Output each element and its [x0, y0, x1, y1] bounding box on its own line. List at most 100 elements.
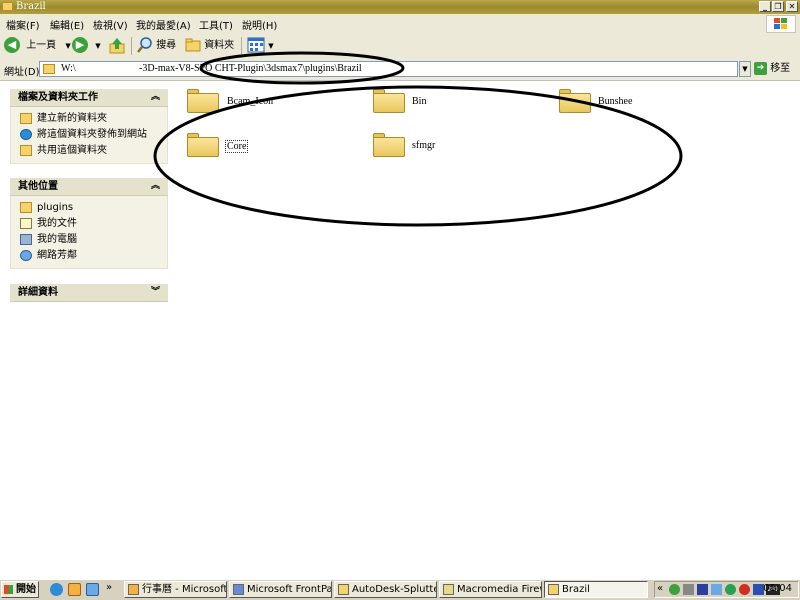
address-drive: W:\ — [61, 63, 76, 74]
details-title: 詳細資料 — [18, 287, 58, 298]
menu-file[interactable]: 檔案(F) — [6, 17, 40, 32]
go-label: 移至 — [770, 63, 791, 74]
tray-status-icon[interactable] — [725, 584, 736, 595]
back-arrow-icon: ◀ — [4, 37, 20, 53]
menu-edit[interactable]: 編輯(E) — [50, 17, 84, 32]
task-label: 將這個資料夾發佈到網站 — [37, 129, 147, 140]
annotation-ellipse-folders — [153, 85, 683, 227]
place-network[interactable]: 網路芳鄰 — [11, 248, 167, 264]
tray-app-icon[interactable] — [669, 584, 680, 595]
search-label: 搜尋 — [156, 40, 177, 51]
quicklaunch-clock-icon[interactable] — [68, 583, 81, 596]
tray-shield-icon[interactable] — [697, 584, 708, 595]
folder-icon[interactable] — [187, 89, 219, 113]
network-tray-icon[interactable] — [711, 584, 722, 595]
menu-view[interactable]: 檢視(V) — [93, 17, 128, 32]
expand-chevron-icon[interactable]: ︾ — [151, 284, 160, 301]
up-folder-icon — [109, 38, 125, 54]
place-plugins[interactable]: plugins — [11, 200, 167, 216]
views-button[interactable]: ▼ — [247, 37, 274, 55]
task-label: 共用這個資料夾 — [37, 145, 107, 156]
menu-tools[interactable]: 工具(T) — [199, 17, 233, 32]
folder-name[interactable]: Bunshee — [598, 96, 632, 107]
taskbar-button-calendar[interactable]: 行事曆 - Microsoft ... — [124, 581, 227, 598]
menu-bar: 檔案(F) 編輯(E) 檢視(V) 我的最愛(A) 工具(T) 說明(H) — [0, 14, 800, 35]
search-icon — [137, 37, 152, 53]
other-places-header[interactable]: 其他位置 ︽ — [10, 178, 168, 196]
collapse-chevron-icon[interactable]: ︽ — [151, 178, 160, 195]
quicklaunch-more-icon[interactable]: » — [106, 582, 112, 593]
forward-dropdown-icon[interactable]: ▼ — [95, 42, 100, 50]
folder-name[interactable]: Bin — [412, 96, 426, 107]
folder-icon — [20, 202, 32, 213]
taskbar-button-fireworks[interactable]: Macromedia Firewo... — [439, 581, 542, 598]
folder-tasks-header[interactable]: 檔案及資料夾工作 ︽ — [10, 89, 168, 107]
clock[interactable]: 01:04 — [763, 583, 792, 594]
my-computer-icon — [20, 234, 32, 245]
toolbar-separator — [131, 37, 132, 55]
collapse-chevron-icon[interactable]: ︽ — [151, 89, 160, 106]
network-icon — [20, 250, 32, 261]
folders-button[interactable]: 資料夾 — [185, 37, 234, 55]
windows-logo-icon — [4, 585, 13, 594]
folder-icon[interactable] — [373, 133, 405, 157]
taskbar: 開始 » 行事曆 - Microsoft ... Microsoft Front… — [0, 579, 800, 600]
task-publish-web[interactable]: 將這個資料夾發佈到網站 — [11, 127, 167, 143]
place-my-documents[interactable]: 我的文件 — [11, 216, 167, 232]
start-label: 開始 — [16, 584, 36, 595]
address-input[interactable]: W:\ -3D-max-V8-SPO CHT-Plugin\3dsmax7\pl… — [39, 61, 738, 77]
taskbar-button-brazil[interactable]: Brazil — [544, 581, 648, 598]
start-button[interactable]: 開始 — [1, 581, 39, 598]
folder-name[interactable]: sfmgr — [412, 140, 435, 151]
forward-arrow-icon: ▶ — [72, 37, 88, 53]
minimize-button[interactable]: _ — [759, 1, 771, 12]
address-bar: 網址(D) W:\ -3D-max-V8-SPO CHT-Plugin\3dsm… — [0, 59, 800, 81]
window-title: Brazil — [16, 1, 46, 12]
place-label: plugins — [37, 202, 74, 213]
taskbar-button-label: Brazil — [562, 584, 590, 595]
address-dropdown-button[interactable]: ▼ — [739, 61, 751, 77]
volume-icon[interactable] — [683, 584, 694, 595]
folder-tasks-title: 檔案及資料夾工作 — [18, 92, 98, 103]
folder-icon[interactable] — [373, 89, 405, 113]
restore-button[interactable]: ❐ — [772, 1, 784, 12]
task-share-folder[interactable]: 共用這個資料夾 — [11, 143, 167, 159]
taskbar-button-label: AutoDesk-Splutterfi... — [352, 584, 436, 595]
taskbar-button-label: 行事曆 - Microsoft ... — [142, 584, 227, 595]
details-panel: 詳細資料 ︾ — [10, 284, 168, 302]
back-button[interactable]: ◀ 上一頁 ▼ — [4, 37, 71, 55]
search-button[interactable]: 搜尋 — [137, 37, 176, 55]
ie-icon[interactable] — [50, 583, 63, 596]
other-places-body: plugins 我的文件 我的電腦 網路芳鄰 — [10, 196, 168, 269]
folder-icon — [548, 584, 559, 595]
folder-tasks-body: 建立新的資料夾 將這個資料夾發佈到網站 共用這個資料夾 — [10, 107, 168, 164]
tray-expand-icon[interactable]: « — [657, 583, 663, 594]
folder-name-focused[interactable]: Core — [225, 140, 249, 153]
forward-button[interactable]: ▶ ▼ — [72, 37, 101, 55]
folder-icon — [2, 2, 13, 11]
menu-help[interactable]: 說明(H) — [242, 17, 277, 32]
back-dropdown-icon[interactable]: ▼ — [65, 42, 70, 50]
tray-alert-icon[interactable] — [739, 584, 750, 595]
task-new-folder[interactable]: 建立新的資料夾 — [11, 111, 167, 127]
folder-name[interactable]: Bcam_Icon — [227, 96, 273, 107]
menu-favorites[interactable]: 我的最愛(A) — [136, 17, 191, 32]
quicklaunch-app-icon[interactable] — [86, 583, 99, 596]
up-folder-button[interactable] — [108, 37, 126, 55]
taskbar-button-frontpage[interactable]: Microsoft FrontPage... — [229, 581, 332, 598]
address-label: 網址(D) — [4, 67, 40, 78]
place-my-computer[interactable]: 我的電腦 — [11, 232, 167, 248]
go-button[interactable]: ➔ 移至 — [754, 61, 790, 77]
folder-icon[interactable] — [559, 89, 591, 113]
details-header[interactable]: 詳細資料 ︾ — [10, 284, 168, 302]
folder-icon[interactable] — [187, 133, 219, 157]
folders-icon — [185, 38, 201, 52]
taskbar-button-label: Microsoft FrontPage... — [247, 584, 331, 595]
folder-icon — [43, 64, 55, 74]
folders-label: 資料夾 — [204, 40, 235, 51]
publish-web-icon — [20, 129, 32, 140]
other-places-title: 其他位置 — [18, 181, 58, 192]
close-button[interactable]: ✕ — [786, 1, 798, 12]
windows-logo-icon — [766, 15, 796, 33]
taskbar-button-autodesk[interactable]: AutoDesk-Splutterfi... — [334, 581, 437, 598]
